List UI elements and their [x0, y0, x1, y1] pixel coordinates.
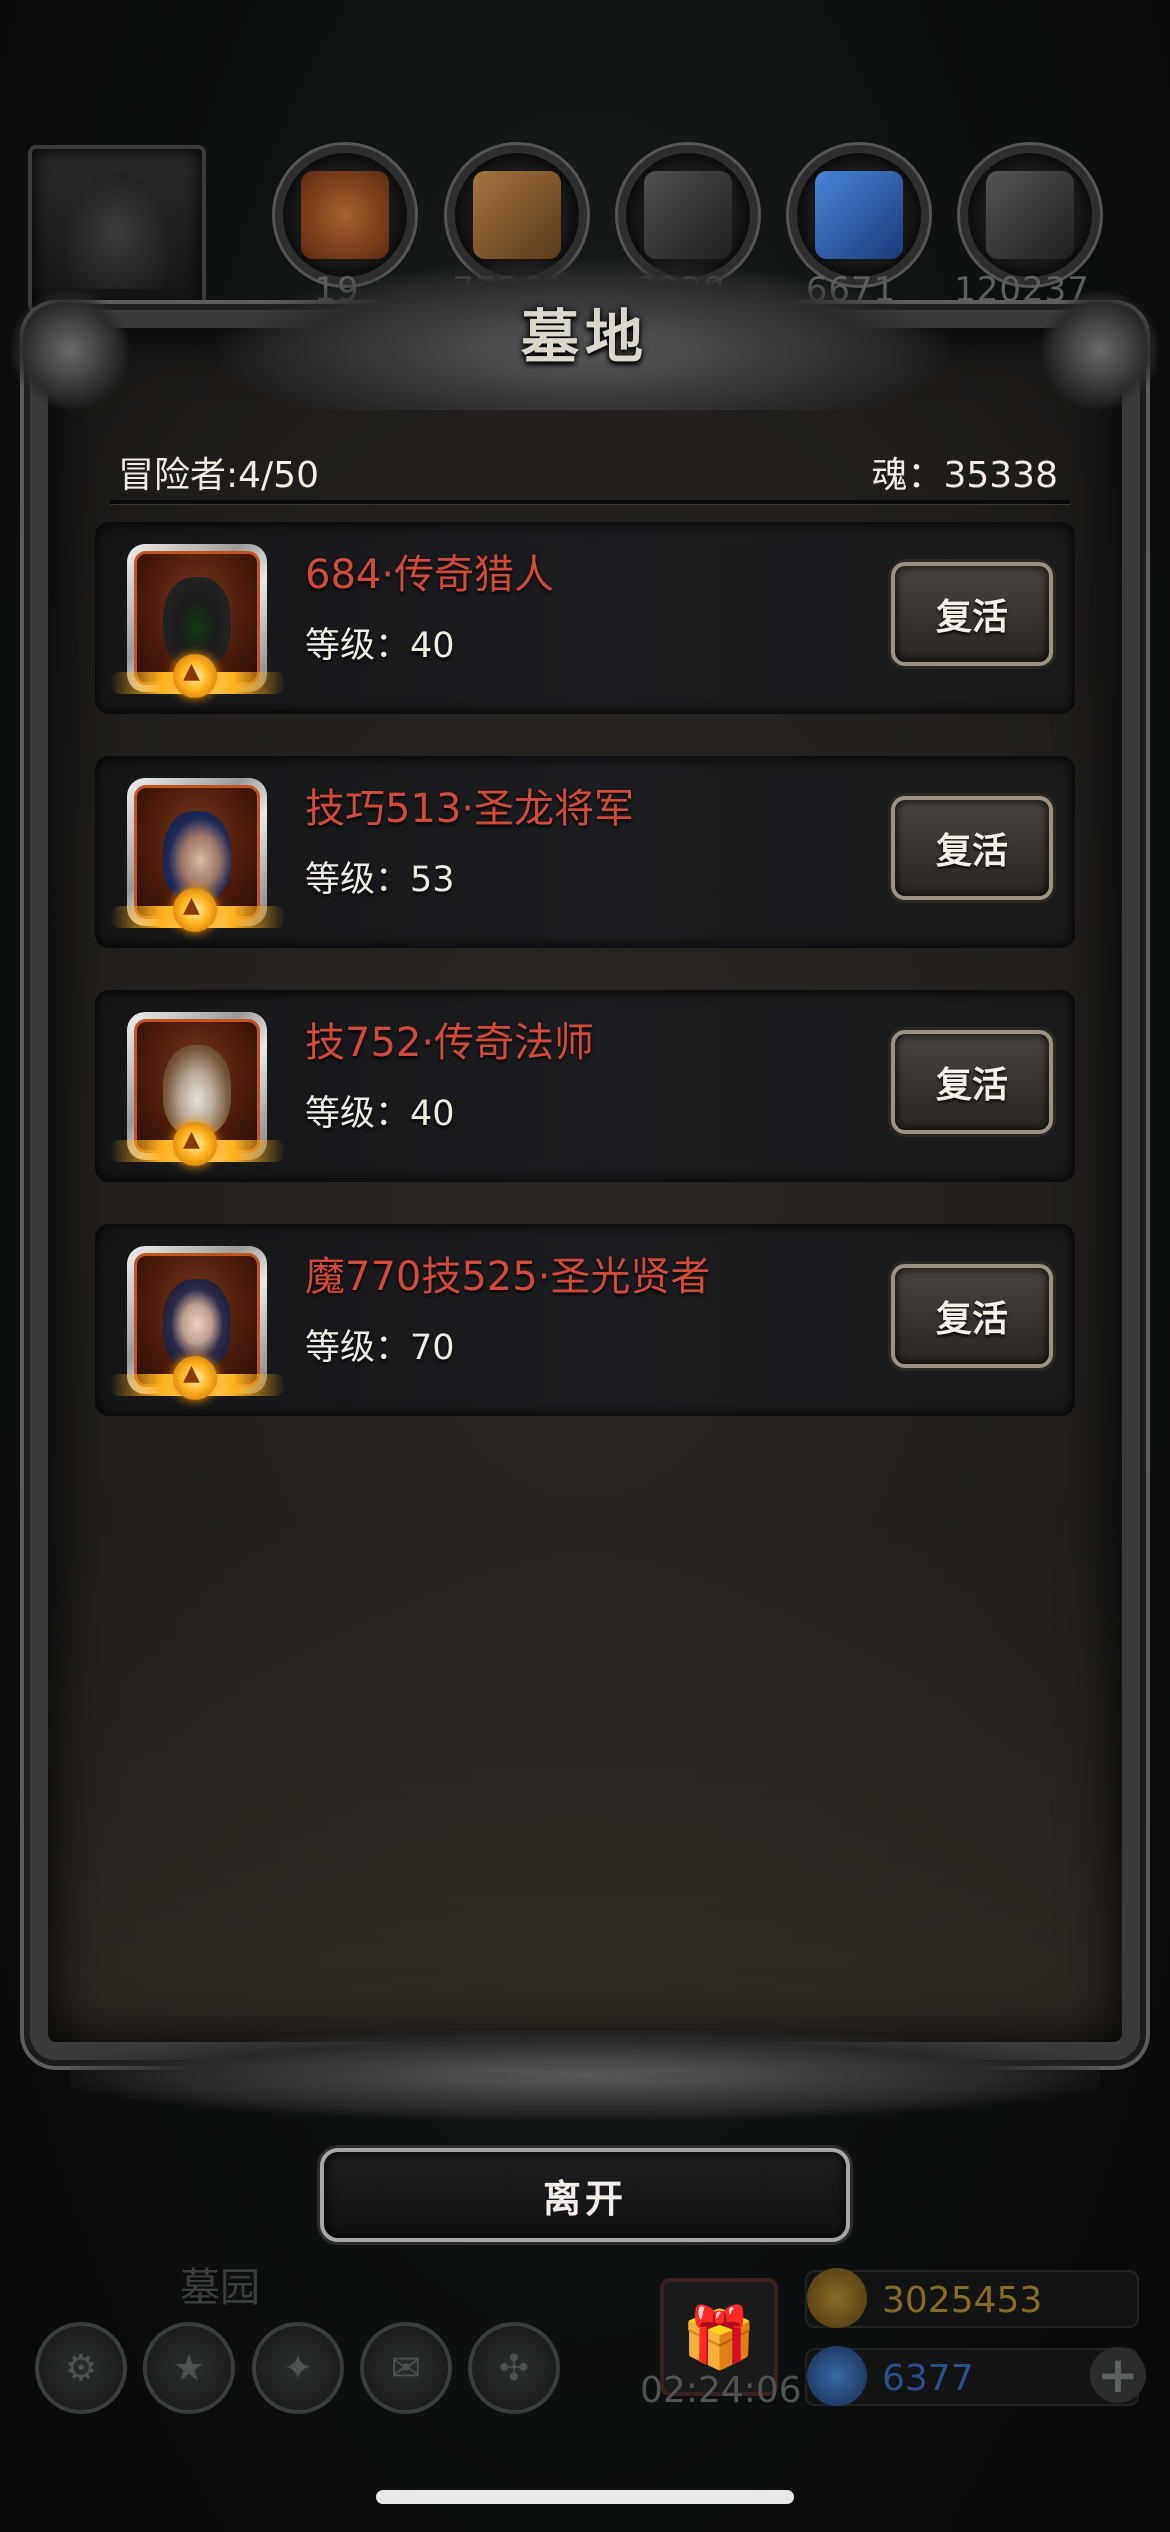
- hero-row: 684·传奇猎人 等级：40 复活: [95, 522, 1075, 714]
- adventurers-count: 冒险者:4/50: [118, 455, 319, 496]
- hero-level: 等级：40: [305, 1094, 455, 1134]
- leave-button[interactable]: 离开: [320, 2148, 850, 2242]
- gold-amount: 3025453: [882, 2280, 1043, 2321]
- rank-gem-icon: [173, 888, 217, 932]
- rank-gem-icon: [173, 1122, 217, 1166]
- revive-button[interactable]: 复活: [891, 796, 1053, 900]
- hero-row: 魔770技525·圣光贤者 等级：70 复活: [95, 1224, 1075, 1416]
- rank-gem-icon: [173, 1356, 217, 1400]
- gift-timer: 02:24:06: [640, 2370, 802, 2411]
- iron-icon[interactable]: [960, 145, 1100, 285]
- hero-name: 魔770技525·圣光贤者: [305, 1254, 711, 1300]
- player-avatar[interactable]: [28, 145, 206, 313]
- panel-title: 墓地: [520, 303, 649, 371]
- location-label: 墓园: [180, 2265, 260, 2311]
- home-indicator[interactable]: [376, 2490, 794, 2504]
- souls-count: 魂：35338: [871, 455, 1058, 496]
- revive-button[interactable]: 复活: [891, 562, 1053, 666]
- gem-icon: [807, 2346, 867, 2406]
- add-currency-button[interactable]: +: [1090, 2347, 1146, 2403]
- gem-amount: 6377: [882, 2358, 974, 2399]
- revive-button[interactable]: 复活: [891, 1264, 1053, 1368]
- revive-button[interactable]: 复活: [891, 1030, 1053, 1134]
- gem-bar: 6377: [805, 2346, 1139, 2406]
- hero-name: 684·传奇猎人: [305, 552, 555, 598]
- hero-name: 技巧513·圣龙将军: [305, 786, 635, 832]
- rank-gem-icon: [173, 654, 217, 698]
- hero-row: 技巧513·圣龙将军 等级：53 复活: [95, 756, 1075, 948]
- hero-level: 等级：70: [305, 1328, 455, 1368]
- star-nav-icon[interactable]: ★: [143, 2322, 235, 2414]
- hero-level: 等级：53: [305, 860, 455, 900]
- hero-level: 等级：40: [305, 626, 455, 666]
- panel-bottom-ornament: [70, 2030, 1100, 2120]
- gold-coin-icon: [807, 2268, 867, 2328]
- gold-bar: 3025453: [805, 2268, 1139, 2328]
- settings-nav-icon[interactable]: ⚙: [35, 2322, 127, 2414]
- hero-row: 技752·传奇法师 等级：40 复活: [95, 990, 1075, 1182]
- panel-header: 冒险者:4/50 魂：35338: [118, 448, 1058, 496]
- hero-name: 技752·传奇法师: [305, 1020, 595, 1066]
- header-divider: [110, 500, 1070, 505]
- mail-nav-icon[interactable]: ✉: [360, 2322, 452, 2414]
- map-nav-icon[interactable]: ✣: [468, 2322, 560, 2414]
- quest-nav-icon[interactable]: ✦: [252, 2322, 344, 2414]
